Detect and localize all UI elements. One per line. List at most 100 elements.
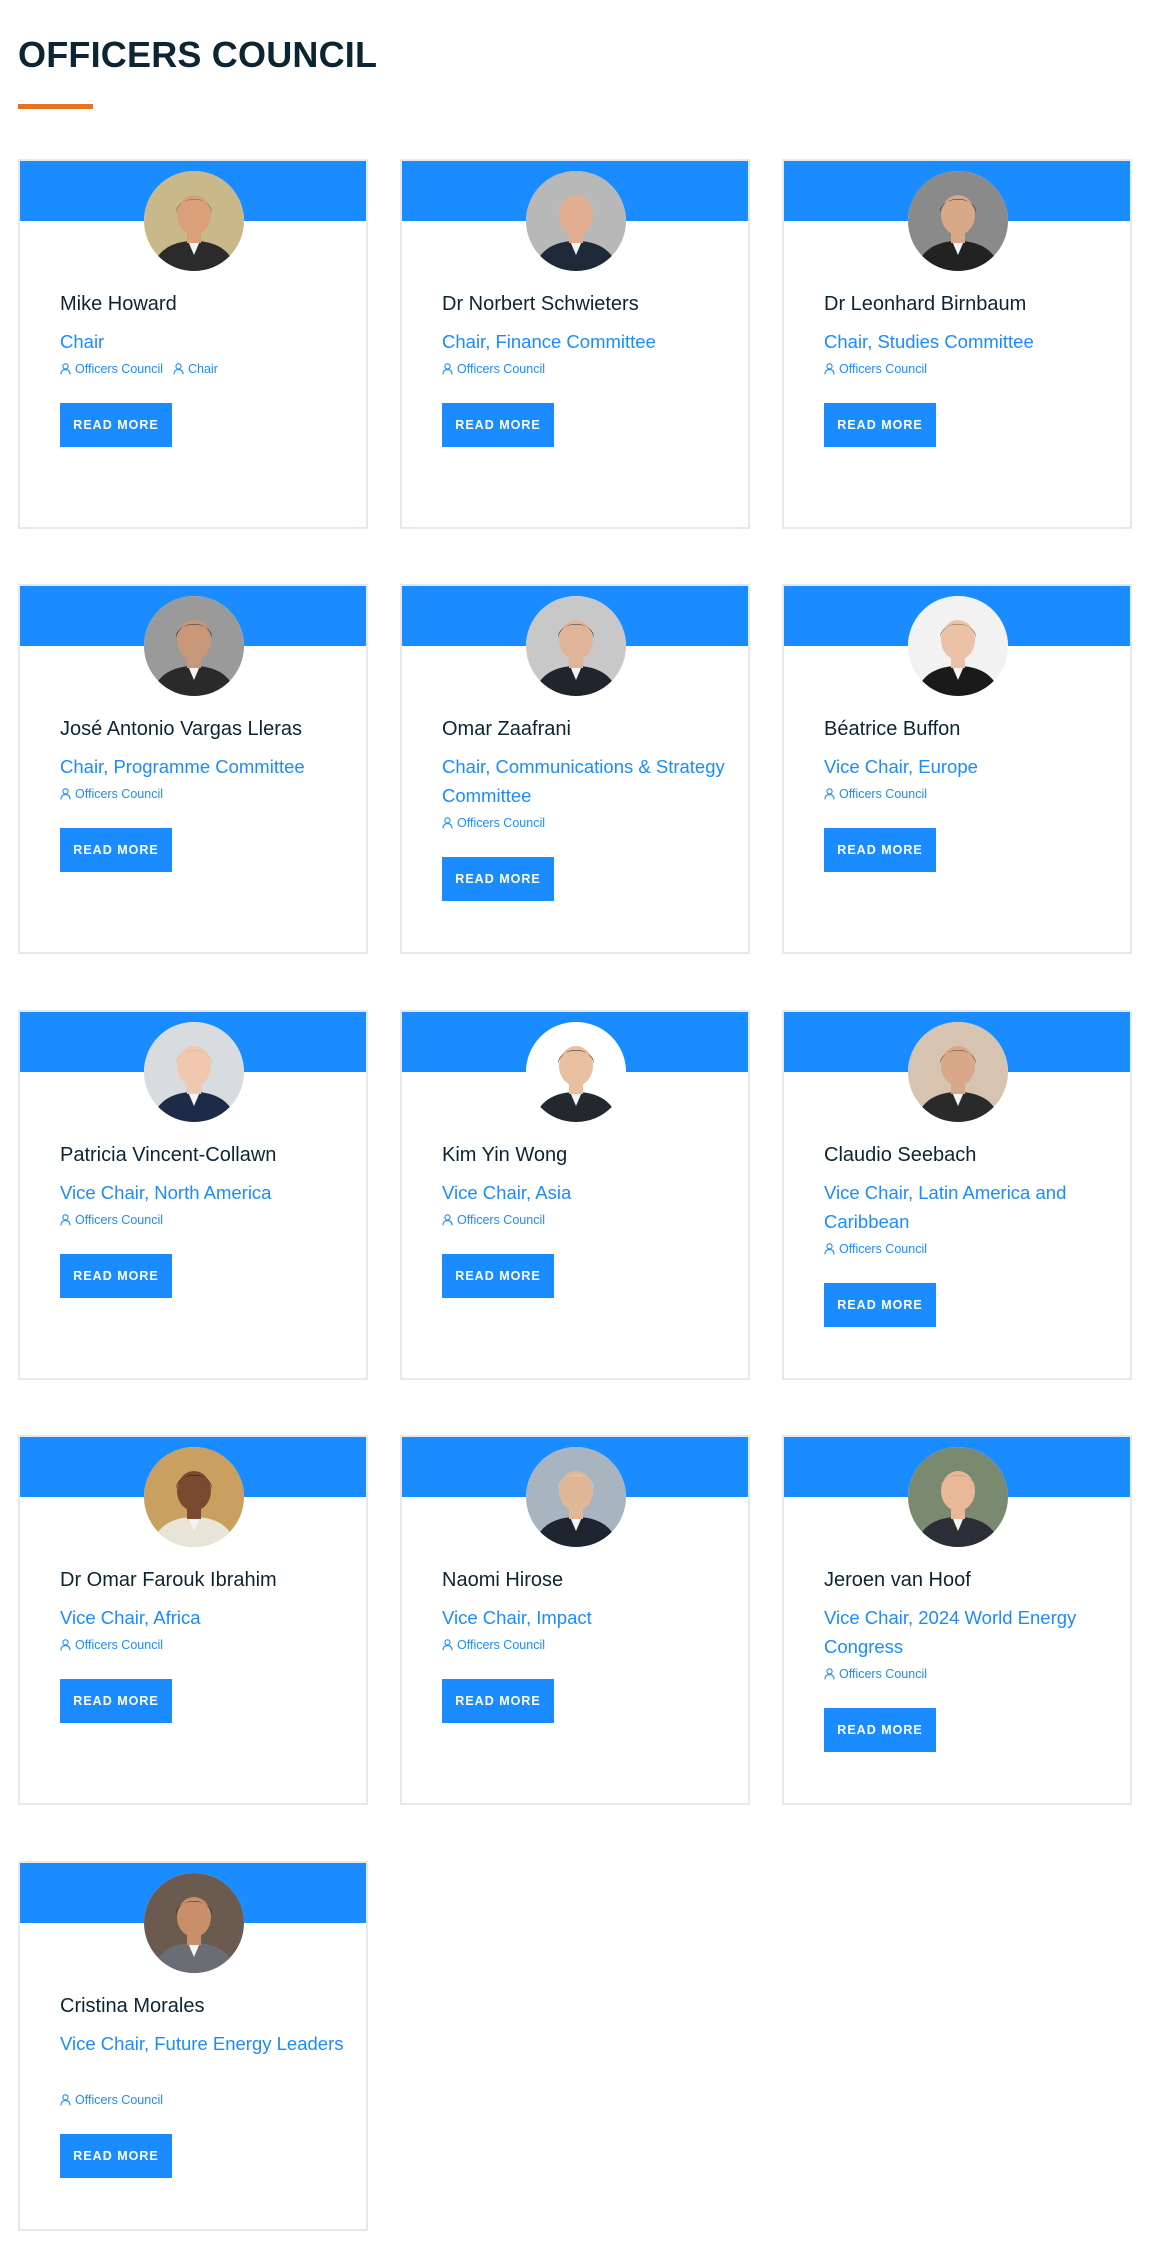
person-outline-icon (60, 788, 71, 800)
member-card-omar-zaafrani: Omar Zaafrani Chair, Communications & Str… (400, 584, 750, 954)
member-role: Vice Chair, 2024 World Energy Congress (824, 1607, 1077, 1657)
tag-link[interactable]: Chair (173, 361, 218, 377)
member-role: Vice Chair, Latin America and Caribbean (824, 1182, 1067, 1232)
avatar (144, 1447, 244, 1547)
member-card-dr-leonhard-birnbaum: Dr Leonhard Birnbaum Chair, Studies Commi… (782, 159, 1132, 529)
member-name: Dr Omar Farouk Ibrahim (60, 1569, 277, 1591)
read-more-button[interactable]: READ MORE (442, 403, 554, 447)
member-role: Chair, Studies Committee (824, 331, 1034, 352)
person-outline-icon (60, 1214, 71, 1226)
person-outline-icon (442, 1214, 453, 1226)
read-more-button[interactable]: READ MORE (60, 1679, 172, 1723)
avatar (144, 171, 244, 271)
tag-label: Chair (188, 362, 218, 376)
read-more-button[interactable]: READ MORE (60, 2134, 172, 2178)
member-tags: Officers Council (442, 361, 732, 377)
tag-link[interactable]: Officers Council (60, 2092, 163, 2108)
person-outline-icon (442, 817, 453, 829)
member-name: Jeroen van Hoof (824, 1569, 971, 1591)
member-tags: Officers Council (442, 1212, 732, 1228)
member-tags: Officers Council (60, 786, 350, 802)
member-card-mike-howard: Mike Howard Chair Officers Council Chair REA… (18, 159, 368, 529)
person-outline-icon (60, 2094, 71, 2106)
read-more-button[interactable]: READ MORE (824, 828, 936, 872)
member-name: Cristina Morales (60, 1995, 205, 2017)
member-card-beatrice-buffon: Béatrice Buffon Vice Chair, Europe Officer… (782, 584, 1132, 954)
member-name: José Antonio Vargas Lleras (60, 718, 303, 740)
tag-label: Officers Council (75, 362, 163, 376)
tag-label: Officers Council (457, 1638, 545, 1652)
avatar (908, 1022, 1008, 1122)
person-outline-icon (60, 363, 71, 375)
member-role: Vice Chair, Europe (824, 756, 978, 777)
person-outline-icon (442, 363, 453, 375)
tag-label: Officers Council (839, 362, 927, 376)
member-card-kim-yin-wong: Kim Yin Wong Vice Chair, Asia Officers Cou… (400, 1010, 750, 1380)
tag-label: Officers Council (457, 816, 545, 830)
tag-link[interactable]: Officers Council (60, 361, 163, 377)
tag-link[interactable]: Officers Council (824, 786, 927, 802)
person-outline-icon (60, 1639, 71, 1651)
member-tags: Officers Council (442, 1637, 732, 1653)
read-more-button[interactable]: READ MORE (824, 403, 936, 447)
tag-link[interactable]: Officers Council (442, 1637, 545, 1653)
read-more-button[interactable]: READ MORE (442, 1254, 554, 1298)
tag-label: Officers Council (75, 1213, 163, 1227)
member-name: Omar Zaafrani (442, 718, 571, 740)
tag-link[interactable]: Officers Council (60, 1637, 163, 1653)
tag-link[interactable]: Officers Council (824, 361, 927, 377)
member-card-claudio-seebach: Claudio Seebach Vice Chair, Latin America… (782, 1010, 1132, 1380)
avatar (908, 596, 1008, 696)
person-outline-icon (173, 363, 184, 375)
read-more-button[interactable]: READ MORE (824, 1708, 936, 1752)
member-role: Vice Chair, Impact (442, 1607, 592, 1628)
member-role: Chair (60, 331, 105, 352)
avatar (144, 1873, 244, 1973)
tag-link[interactable]: Officers Council (60, 1212, 163, 1228)
read-more-button[interactable]: READ MORE (60, 828, 172, 872)
tag-label: Officers Council (839, 1242, 927, 1256)
member-card-dr-norbert-schwieters: Dr Norbert Schwieters Chair, Finance Comm… (400, 159, 750, 529)
tag-link[interactable]: Officers Council (442, 361, 545, 377)
member-tags: Officers Council (824, 1241, 1114, 1257)
tag-link[interactable]: Officers Council (824, 1241, 927, 1257)
member-tags: Officers Council (442, 815, 732, 831)
tag-label: Officers Council (75, 2093, 163, 2107)
member-tags: Officers Council (824, 786, 1114, 802)
member-card-jeroen-van-hoof: Jeroen van Hoof Vice Chair, 2024 World En… (782, 1435, 1132, 1805)
tag-label: Officers Council (75, 787, 163, 801)
member-name: Mike Howard (60, 293, 177, 315)
avatar (144, 596, 244, 696)
member-name: Claudio Seebach (824, 1144, 977, 1166)
avatar (908, 1447, 1008, 1547)
avatar (144, 1022, 244, 1122)
tag-link[interactable]: Officers Council (824, 1666, 927, 1682)
read-more-button[interactable]: READ MORE (442, 1679, 554, 1723)
title-underline (18, 104, 93, 109)
tag-label: Officers Council (839, 1667, 927, 1681)
read-more-button[interactable]: READ MORE (824, 1283, 936, 1327)
member-name: Dr Norbert Schwieters (442, 293, 639, 315)
member-tags: Officers Council (824, 1666, 1114, 1682)
member-role: Vice Chair, Africa (60, 1607, 201, 1628)
avatar (908, 171, 1008, 271)
member-role: Chair, Programme Committee (60, 756, 305, 777)
person-outline-icon (824, 1243, 835, 1255)
tag-link[interactable]: Officers Council (60, 786, 163, 802)
member-card-naomi-hirose: Naomi Hirose Vice Chair, Impact Officers C… (400, 1435, 750, 1805)
member-name: Dr Leonhard Birnbaum (824, 293, 1027, 315)
member-name: Patricia Vincent-Collawn (60, 1144, 277, 1166)
avatar (526, 1022, 626, 1122)
read-more-button[interactable]: READ MORE (442, 857, 554, 901)
member-name: Kim Yin Wong (442, 1144, 568, 1166)
tag-link[interactable]: Officers Council (442, 815, 545, 831)
read-more-button[interactable]: READ MORE (60, 403, 172, 447)
avatar (526, 1447, 626, 1547)
member-role: Chair, Finance Committee (442, 331, 656, 352)
avatar (526, 596, 626, 696)
read-more-button[interactable]: READ MORE (60, 1254, 172, 1298)
member-role: Vice Chair, Future Energy Leaders (60, 2033, 344, 2054)
member-card-dr-omar-farouk-ibrahim: Dr Omar Farouk Ibrahim Vice Chair, Africa… (18, 1435, 368, 1805)
tag-link[interactable]: Officers Council (442, 1212, 545, 1228)
member-tags: Officers Council Chair (60, 361, 350, 377)
